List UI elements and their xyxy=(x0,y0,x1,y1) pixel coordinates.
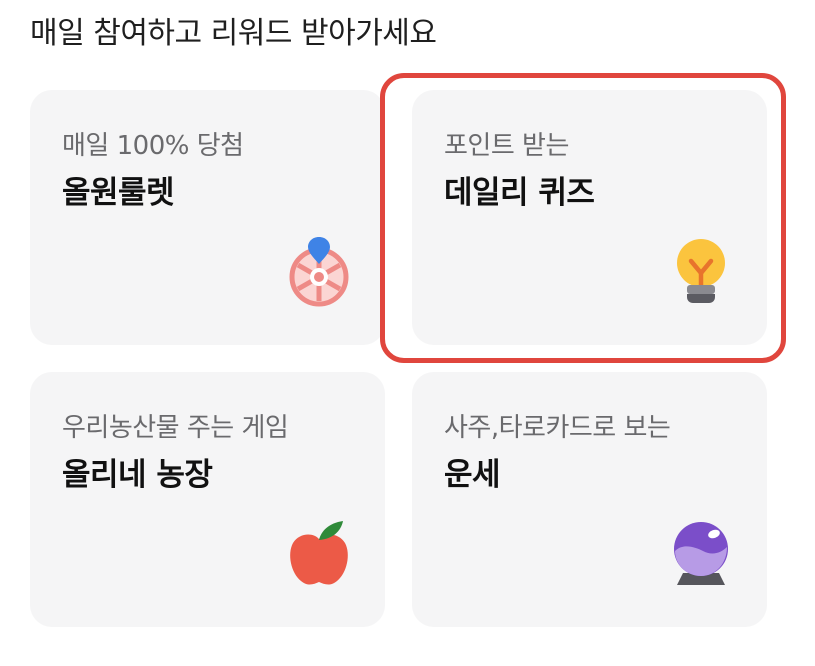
card-subtitle: 사주,타로카드로 보는 xyxy=(444,413,671,443)
card-subtitle: 우리농산물 주는 게임 xyxy=(62,413,289,443)
crystal-ball-icon xyxy=(674,522,728,585)
lightbulb-icon xyxy=(677,239,725,303)
card-subtitle: 매일 100% 당첨 xyxy=(62,131,244,161)
card-fortune[interactable]: 사주,타로카드로 보는 운세 xyxy=(412,372,767,627)
rewards-page: 매일 참여하고 리워드 받아가세요 매일 100% 당첨 올원룰렛 포인트 받는… xyxy=(0,0,815,666)
card-farm-game[interactable]: 우리농산물 주는 게임 올리네 농장 xyxy=(30,372,385,627)
section-heading: 매일 참여하고 리워드 받아가세요 xyxy=(30,16,437,51)
card-title: 운세 xyxy=(444,457,501,493)
card-title: 올리네 농장 xyxy=(62,457,213,493)
roulette-icon xyxy=(289,237,349,307)
card-roulette[interactable]: 매일 100% 당첨 올원룰렛 xyxy=(30,90,385,345)
card-daily-quiz[interactable]: 포인트 받는 데일리 퀴즈 xyxy=(412,90,767,345)
card-title: 올원룰렛 xyxy=(62,175,175,211)
card-subtitle: 포인트 받는 xyxy=(444,131,569,161)
apple-icon xyxy=(290,521,348,585)
card-title: 데일리 퀴즈 xyxy=(444,175,595,211)
